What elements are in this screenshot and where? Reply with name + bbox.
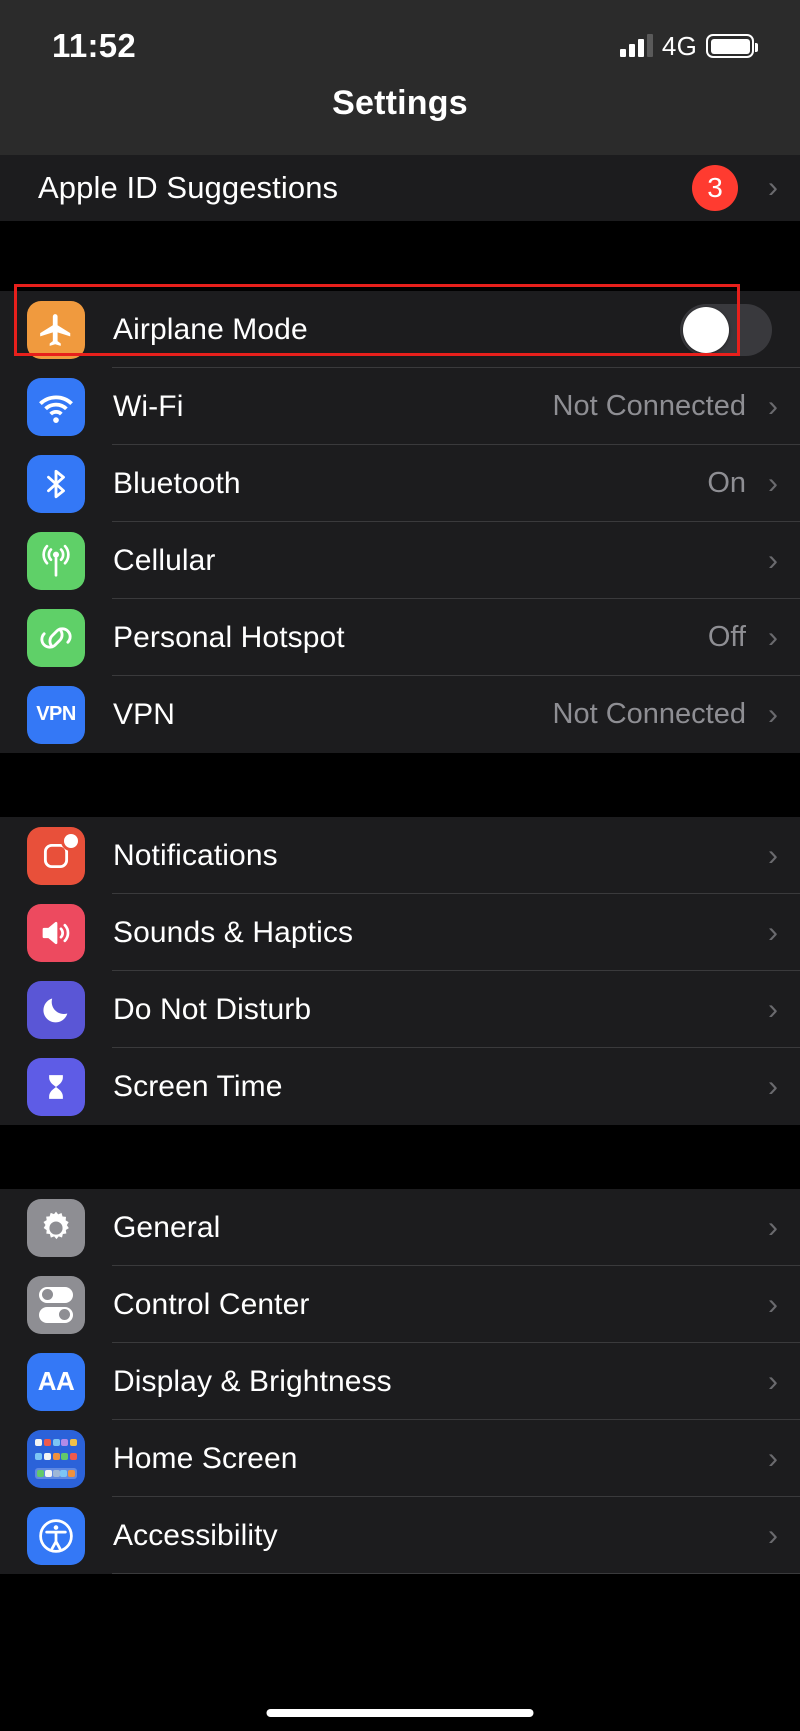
airplane-mode-toggle[interactable]: [680, 303, 772, 356]
wifi-icon: [27, 377, 85, 436]
text-size-aa-icon: AA: [27, 1352, 85, 1411]
iphone-settings-screen: 11:52 4G Settings Apple ID Suggestions 3…: [0, 0, 800, 1731]
chevron-right-icon: ›: [768, 1441, 778, 1475]
row-label: VPN: [113, 697, 175, 731]
group-system: General › Control Center › AA Display & …: [0, 1189, 800, 1574]
row-label: General: [113, 1210, 221, 1244]
row-do-not-disturb[interactable]: Do Not Disturb ›: [0, 971, 800, 1048]
battery-icon: [706, 34, 758, 58]
row-cellular[interactable]: Cellular ›: [0, 522, 800, 599]
control-center-icon: [27, 1275, 85, 1334]
chevron-right-icon: ›: [768, 620, 778, 654]
row-label: Do Not Disturb: [113, 992, 312, 1026]
chevron-right-icon: ›: [768, 992, 778, 1026]
row-label: Display & Brightness: [113, 1364, 392, 1398]
row-general[interactable]: General ›: [0, 1189, 800, 1266]
row-control-center[interactable]: Control Center ›: [0, 1266, 800, 1343]
status-bar-time: 11:52: [52, 27, 137, 64]
chevron-right-icon: ›: [768, 543, 778, 577]
chevron-right-icon: ›: [768, 838, 778, 872]
cellular-antenna-icon: [27, 531, 85, 590]
chevron-right-icon: ›: [768, 389, 778, 423]
accessibility-icon: [27, 1506, 85, 1565]
vpn-icon: VPN: [27, 685, 85, 744]
row-value: Not Connected: [552, 390, 746, 422]
row-label: Airplane Mode: [113, 312, 308, 346]
chevron-right-icon: ›: [768, 697, 778, 731]
section-gap-3: [0, 1125, 800, 1189]
apple-id-suggestions-label: Apple ID Suggestions: [38, 170, 339, 205]
notifications-bell-icon: [27, 826, 85, 885]
status-bar: 11:52 4G: [0, 0, 800, 78]
aa-icon-text: AA: [37, 1366, 75, 1396]
chevron-right-icon: ›: [768, 1210, 778, 1244]
row-personal-hotspot[interactable]: Personal Hotspot Off ›: [0, 599, 800, 676]
row-label: Screen Time: [113, 1069, 283, 1103]
airplane-icon: [27, 300, 85, 359]
chevron-right-icon: ›: [768, 1069, 778, 1103]
chevron-right-icon: ›: [768, 1364, 778, 1398]
row-label: Sounds & Haptics: [113, 915, 354, 949]
gear-icon: [27, 1198, 85, 1257]
home-indicator: [266, 1709, 534, 1717]
row-label: Personal Hotspot: [113, 620, 345, 654]
row-home-screen[interactable]: Home Screen ›: [0, 1420, 800, 1497]
vpn-icon-text: VPN: [36, 703, 76, 725]
row-value: Not Connected: [552, 698, 746, 730]
row-label: Wi-Fi: [113, 389, 184, 423]
section-gap-2: [0, 753, 800, 817]
row-label: Control Center: [113, 1287, 310, 1321]
chevron-right-icon: ›: [768, 1287, 778, 1321]
row-value: Off: [707, 621, 746, 653]
row-display-brightness[interactable]: AA Display & Brightness ›: [0, 1343, 800, 1420]
row-label: Bluetooth: [113, 466, 241, 500]
row-label: Home Screen: [113, 1441, 298, 1475]
apple-id-suggestions-group: Apple ID Suggestions 3 ›: [0, 155, 800, 221]
row-value: On: [707, 467, 746, 499]
moon-icon: [27, 980, 85, 1039]
row-screen-time[interactable]: Screen Time ›: [0, 1048, 800, 1125]
row-sounds-haptics[interactable]: Sounds & Haptics ›: [0, 894, 800, 971]
section-gap-1: [0, 221, 800, 291]
row-vpn[interactable]: VPN VPN Not Connected ›: [0, 676, 800, 753]
status-bar-indicators: 4G: [619, 30, 758, 62]
page-title: Settings: [332, 84, 468, 122]
speaker-icon: [27, 903, 85, 962]
hourglass-icon: [27, 1057, 85, 1116]
row-label: Accessibility: [113, 1518, 278, 1552]
row-airplane-mode[interactable]: Airplane Mode: [0, 291, 800, 368]
row-accessibility[interactable]: Accessibility ›: [0, 1497, 800, 1574]
row-label: Notifications: [113, 838, 278, 872]
network-type-label: 4G: [661, 30, 697, 61]
group-alerts: Notifications › Sounds & Haptics › Do No…: [0, 817, 800, 1125]
chevron-right-icon: ›: [768, 1518, 778, 1552]
row-label: Cellular: [113, 543, 216, 577]
group-connectivity: Airplane Mode Wi-Fi Not Connected › Blue…: [0, 291, 800, 753]
row-notifications[interactable]: Notifications ›: [0, 817, 800, 894]
chevron-right-icon: ›: [768, 171, 778, 204]
chevron-right-icon: ›: [768, 915, 778, 949]
hotspot-link-icon: [27, 608, 85, 667]
row-apple-id-suggestions[interactable]: Apple ID Suggestions 3 ›: [0, 155, 800, 221]
row-wifi[interactable]: Wi-Fi Not Connected ›: [0, 368, 800, 445]
cellular-signal-icon: [619, 34, 653, 57]
bluetooth-icon: [27, 454, 85, 513]
header-area: 11:52 4G Settings: [0, 0, 800, 155]
chevron-right-icon: ›: [768, 466, 778, 500]
row-bluetooth[interactable]: Bluetooth On ›: [0, 445, 800, 522]
home-screen-grid-icon: [27, 1429, 85, 1488]
status-badge: 3: [692, 165, 738, 211]
